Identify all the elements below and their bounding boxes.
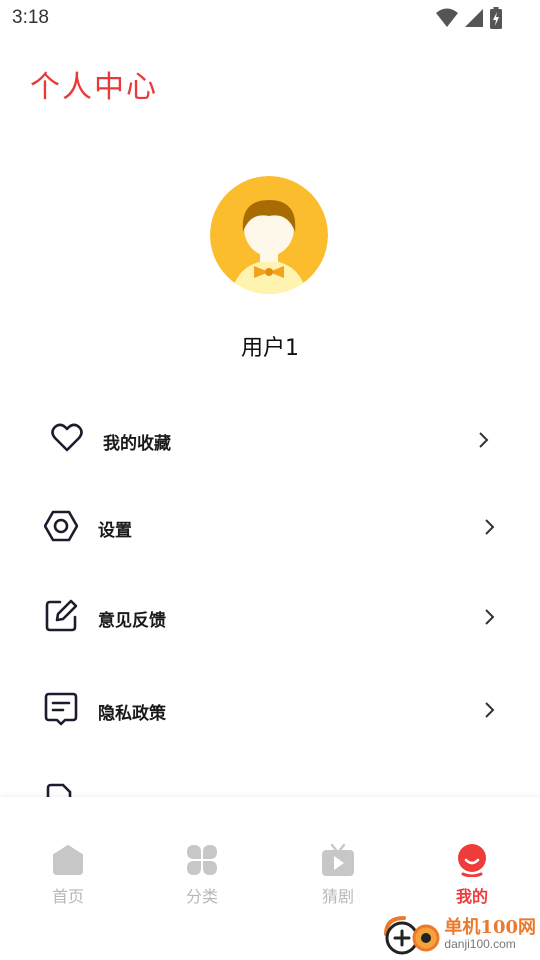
tab-category[interactable]: 分类 [152, 843, 252, 907]
tab-label: 我的 [455, 887, 488, 906]
username: 用户1 [241, 336, 299, 361]
menu-item-label: 设置 [98, 521, 132, 541]
watermark-name: 单机100网 [444, 917, 536, 939]
tab-mine[interactable]: 我的 [422, 843, 522, 907]
battery-icon [490, 7, 502, 29]
menu-item-settings[interactable]: 设置 [0, 492, 540, 562]
status-time: 3:18 [12, 7, 49, 28]
avatar[interactable] [210, 176, 328, 294]
menu-item-label: 意见反馈 [98, 611, 166, 631]
menu-item-privacy[interactable]: 隐私政策 [0, 675, 540, 745]
menu-item-label: 我的收藏 [103, 434, 171, 454]
chevron-right-icon [485, 519, 495, 535]
hexagon-settings-icon [44, 510, 78, 542]
watermark: 单机100网 danji100.com [380, 914, 536, 956]
tab-home[interactable]: 首页 [18, 843, 118, 907]
menu-item-label: 隐私政策 [98, 704, 166, 724]
home-icon [53, 845, 83, 875]
status-bar: 3:18 [0, 0, 540, 36]
chevron-right-icon [485, 609, 495, 625]
page-title: 个人中心 [30, 70, 158, 105]
chevron-right-icon [485, 702, 495, 718]
watermark-logo-icon [384, 916, 440, 955]
privacy-document-icon [44, 692, 78, 726]
tab-label: 猜剧 [321, 887, 354, 906]
tab-label: 分类 [185, 887, 218, 906]
signal-icon [465, 9, 483, 27]
tv-play-icon [322, 843, 354, 876]
category-grid-icon [187, 845, 217, 875]
chevron-right-icon [479, 432, 489, 448]
profile-face-icon [458, 844, 486, 877]
tab-label: 首页 [51, 887, 84, 906]
watermark-domain: danji100.com [444, 937, 516, 952]
edit-feedback-icon [45, 599, 78, 632]
menu-item-feedback[interactable]: 意见反馈 [0, 582, 540, 652]
status-icons [436, 7, 502, 29]
document-icon [46, 783, 72, 797]
tab-guess-drama[interactable]: 猜剧 [288, 843, 388, 907]
watermark-text: 单机100网 danji100.com [444, 917, 536, 952]
heart-icon [51, 423, 83, 452]
wifi-icon [436, 8, 458, 27]
avatar-illustration-icon [210, 176, 328, 294]
menu-item-favorites[interactable]: 我的收藏 [0, 405, 540, 475]
